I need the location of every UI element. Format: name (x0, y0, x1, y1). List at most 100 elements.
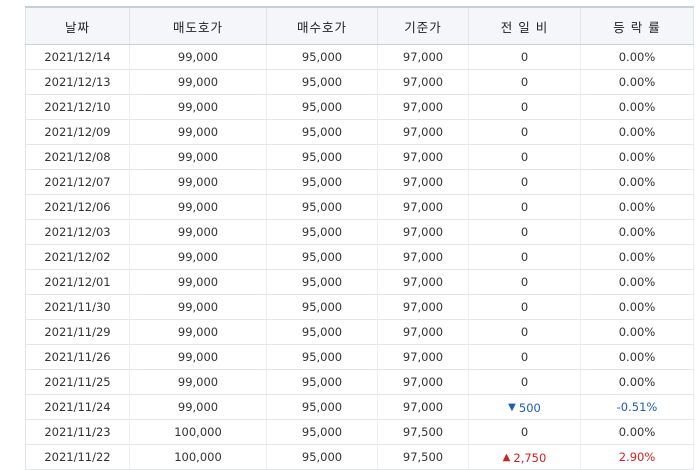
day-change-value: ▲ 2,750 (503, 451, 547, 465)
cell-change-rate: 0.00% (580, 144, 694, 170)
table-row: 2021/12/01 99,000 95,000 97,000 0 0.00% (25, 269, 694, 295)
table-row: 2021/12/06 99,000 95,000 97,000 0 0.00% (25, 194, 694, 220)
table-row: 2021/12/10 99,000 95,000 97,000 0 0.00% (25, 94, 694, 120)
cell-buy-price: 95,000 (266, 169, 378, 195)
day-change-amount: 0 (520, 150, 529, 164)
header-change-rate: 등 락 률 (580, 6, 694, 45)
cell-date: 2021/12/03 (25, 219, 130, 245)
day-change-amount: 0 (520, 100, 529, 114)
cell-day-change: ▼ 500 (468, 394, 581, 420)
cell-day-change: 0 (468, 119, 581, 145)
cell-change-rate: 0.00% (580, 344, 694, 370)
cell-sell-price: 99,000 (129, 269, 267, 295)
cell-change-rate: 0.00% (580, 194, 694, 220)
cell-sell-price: 99,000 (129, 119, 267, 145)
day-change-amount: 0 (520, 275, 529, 289)
day-change-value: 0 (521, 175, 528, 189)
cell-buy-price: 95,000 (266, 344, 378, 370)
day-change-amount: 0 (520, 50, 529, 64)
table-row: 2021/12/07 99,000 95,000 97,000 0 0.00% (25, 169, 694, 195)
cell-base-price: 97,000 (377, 94, 469, 120)
price-history-panel: 날짜 매도호가 매수호가 기준가 전 일 비 등 락 률 2021/12/14 9… (25, 6, 694, 470)
cell-buy-price: 95,000 (266, 419, 378, 445)
day-change-value: 0 (521, 250, 528, 264)
cell-change-rate: 0.00% (580, 169, 694, 195)
day-change-amount: 0 (520, 425, 529, 439)
header-row: 날짜 매도호가 매수호가 기준가 전 일 비 등 락 률 (25, 6, 694, 45)
cell-day-change: 0 (468, 94, 581, 120)
cell-sell-price: 99,000 (129, 94, 267, 120)
cell-base-price: 97,000 (377, 119, 469, 145)
day-change-value: 0 (521, 75, 528, 89)
cell-change-rate: 0.00% (580, 69, 694, 95)
cell-sell-price: 99,000 (129, 294, 267, 320)
cell-date: 2021/11/26 (25, 344, 130, 370)
cell-sell-price: 100,000 (129, 419, 267, 445)
cell-day-change: 0 (468, 44, 581, 70)
cell-change-rate: 0.00% (580, 269, 694, 295)
cell-buy-price: 95,000 (266, 269, 378, 295)
header-day-change: 전 일 비 (468, 6, 581, 45)
cell-base-price: 97,000 (377, 294, 469, 320)
cell-sell-price: 99,000 (129, 69, 267, 95)
day-change-amount: 0 (520, 225, 529, 239)
table-row: 2021/11/22 100,000 95,000 97,500 ▲ 2,750 2.90% (25, 444, 694, 470)
table-row: 2021/12/09 99,000 95,000 97,000 0 0.00% (25, 119, 694, 145)
cell-day-change: ▲ 2,750 (468, 444, 581, 470)
cell-change-rate: 2.90% (580, 444, 694, 470)
header-base-price: 기준가 (377, 6, 469, 45)
header-date: 날짜 (25, 6, 130, 45)
cell-change-rate: 0.00% (580, 119, 694, 145)
cell-date: 2021/11/24 (25, 394, 130, 420)
table-row: 2021/11/26 99,000 95,000 97,000 0 0.00% (25, 344, 694, 370)
day-change-amount: 0 (520, 250, 529, 264)
table-row: 2021/11/29 99,000 95,000 97,000 0 0.00% (25, 319, 694, 345)
day-change-value: 0 (521, 150, 528, 164)
cell-change-rate: 0.00% (580, 219, 694, 245)
cell-day-change: 0 (468, 69, 581, 95)
day-change-value: 0 (521, 100, 528, 114)
cell-change-rate: 0.00% (580, 44, 694, 70)
cell-buy-price: 95,000 (266, 94, 378, 120)
cell-base-price: 97,000 (377, 344, 469, 370)
day-change-value: 0 (521, 325, 528, 339)
cell-sell-price: 99,000 (129, 144, 267, 170)
day-change-amount: 0 (520, 350, 529, 364)
table-row: 2021/12/14 99,000 95,000 97,000 0 0.00% (25, 44, 694, 70)
cell-buy-price: 95,000 (266, 294, 378, 320)
table-row: 2021/12/08 99,000 95,000 97,000 0 0.00% (25, 144, 694, 170)
cell-date: 2021/11/30 (25, 294, 130, 320)
day-change-amount: 0 (520, 175, 529, 189)
cell-base-price: 97,500 (377, 419, 469, 445)
day-change-value: 0 (521, 225, 528, 239)
cell-day-change: 0 (468, 144, 581, 170)
day-change-value: 0 (521, 200, 528, 214)
cell-buy-price: 95,000 (266, 194, 378, 220)
cell-day-change: 0 (468, 169, 581, 195)
cell-sell-price: 99,000 (129, 219, 267, 245)
cell-buy-price: 95,000 (266, 369, 378, 395)
day-change-amount: 2,750 (513, 451, 547, 465)
price-history-table: 날짜 매도호가 매수호가 기준가 전 일 비 등 락 률 2021/12/14 9… (25, 6, 694, 470)
header-buy-price: 매수호가 (266, 6, 378, 45)
cell-date: 2021/11/22 (25, 444, 130, 470)
cell-date: 2021/12/01 (25, 269, 130, 295)
day-change-value: 0 (521, 425, 528, 439)
cell-change-rate: 0.00% (580, 319, 694, 345)
day-change-amount: 500 (518, 401, 541, 415)
cell-base-price: 97,000 (377, 69, 469, 95)
table-row: 2021/12/03 99,000 95,000 97,000 0 0.00% (25, 219, 694, 245)
day-change-amount: 0 (520, 125, 529, 139)
cell-sell-price: 99,000 (129, 194, 267, 220)
cell-sell-price: 99,000 (129, 369, 267, 395)
cell-date: 2021/12/09 (25, 119, 130, 145)
cell-buy-price: 95,000 (266, 219, 378, 245)
cell-base-price: 97,000 (377, 269, 469, 295)
cell-day-change: 0 (468, 419, 581, 445)
cell-buy-price: 95,000 (266, 144, 378, 170)
cell-base-price: 97,000 (377, 169, 469, 195)
cell-sell-price: 100,000 (129, 444, 267, 470)
cell-buy-price: 95,000 (266, 319, 378, 345)
cell-base-price: 97,000 (377, 369, 469, 395)
cell-date: 2021/11/23 (25, 419, 130, 445)
